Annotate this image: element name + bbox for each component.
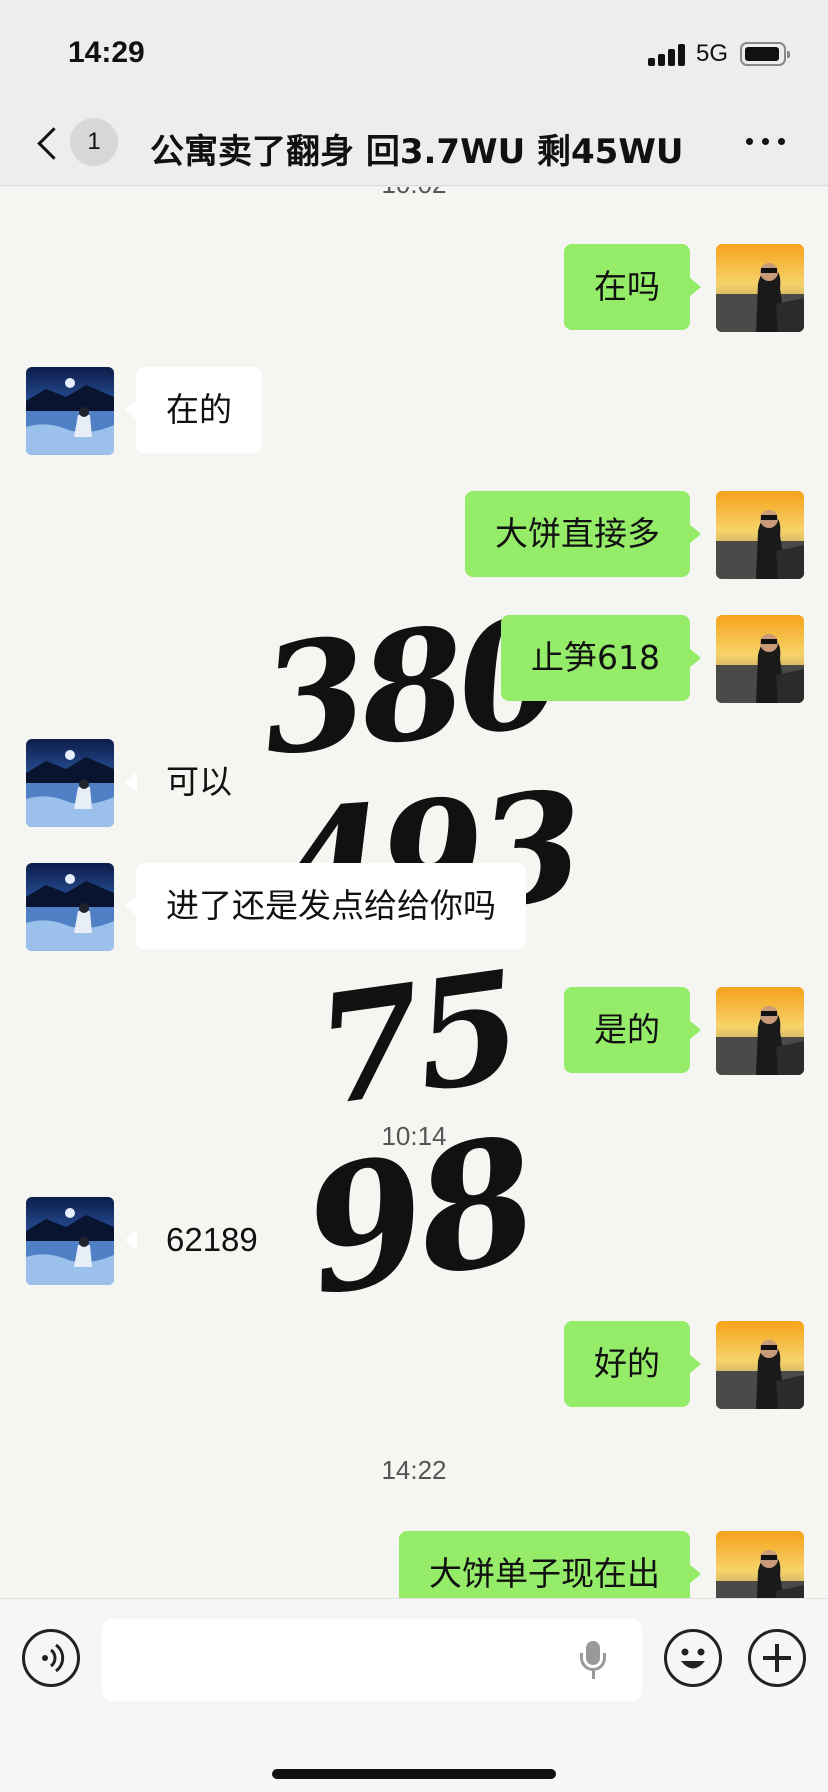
plus-icon[interactable] [748, 1629, 806, 1687]
avatar-me[interactable] [716, 615, 804, 703]
emoji-icon-glyph [681, 1648, 705, 1669]
message-bubble-sent[interactable]: 止笋618 [501, 615, 701, 701]
timestamp: 10:02 [0, 187, 828, 200]
avatar-me[interactable] [716, 1321, 804, 1409]
avatar-me[interactable] [716, 244, 804, 332]
chat-title: 公寓卖了翻身 回3.7WU 剩45WU [150, 132, 684, 172]
chat-header: 1 公寓卖了翻身 回3.7WU 剩45WU [0, 100, 828, 186]
message-list[interactable]: 10:02 在吗 在的 大饼直接多 380 493 75 98 止笋618 可以… [0, 187, 828, 1598]
avatar-me[interactable] [716, 1531, 804, 1598]
message-bubble-received[interactable]: 进了还是发点给给你吗 [125, 863, 526, 949]
avatar-contact[interactable] [26, 863, 114, 951]
home-indicator [272, 1769, 556, 1779]
avatar-contact[interactable] [26, 367, 114, 455]
timestamp: 14:22 [381, 1455, 447, 1485]
voice-icon[interactable] [22, 1629, 80, 1687]
message-input[interactable] [102, 1619, 642, 1701]
signal-icon [648, 44, 688, 66]
more-icon[interactable] [746, 136, 786, 148]
message-bubble-received[interactable]: 可以 [125, 739, 262, 825]
status-time: 14:29 [68, 36, 145, 69]
message-bubble-sent[interactable]: 大饼直接多 [465, 491, 701, 577]
battery-icon [740, 42, 790, 66]
avatar-contact[interactable] [26, 1197, 114, 1285]
back-icon[interactable] [30, 120, 70, 164]
mic-icon[interactable] [578, 1641, 608, 1681]
input-bar [0, 1598, 828, 1792]
message-bubble-sent[interactable]: 好的 [564, 1321, 701, 1407]
avatar-contact[interactable] [26, 739, 114, 827]
avatar-me[interactable] [716, 987, 804, 1075]
timestamp: 10:14 [381, 1121, 447, 1151]
voice-icon-glyph [42, 1643, 65, 1673]
network-label: 5G [696, 40, 729, 67]
message-bubble-sent[interactable]: 是的 [564, 987, 701, 1073]
status-bar: 14:29 5G [0, 0, 828, 100]
message-bubble-received[interactable]: 在的 [125, 367, 262, 453]
handwritten-number: 75 [306, 938, 527, 1140]
message-bubble-sent[interactable]: 大饼单子现在出 [399, 1531, 701, 1598]
message-bubble-received[interactable]: 62189 [125, 1197, 288, 1283]
emoji-icon[interactable] [664, 1629, 722, 1687]
unread-badge[interactable]: 1 [70, 118, 118, 166]
avatar-me[interactable] [716, 491, 804, 579]
message-bubble-sent[interactable]: 在吗 [564, 244, 701, 330]
